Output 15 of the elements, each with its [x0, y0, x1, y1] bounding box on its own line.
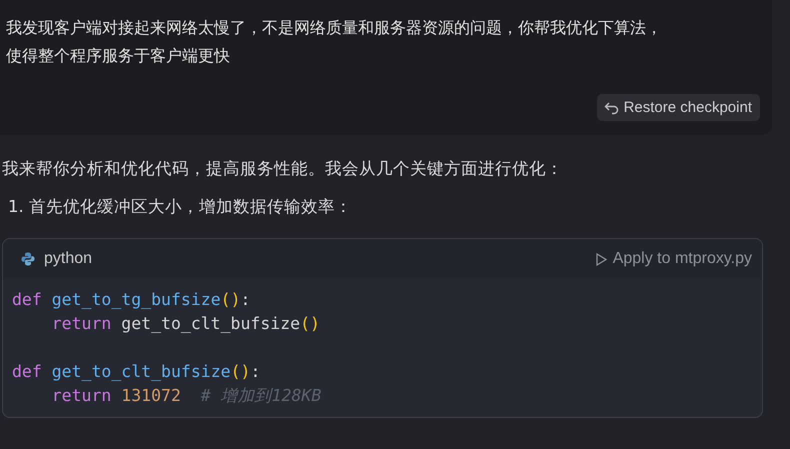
code-line: def get_to_tg_bufsize():	[12, 289, 250, 311]
code-line: return get_to_clt_bufsize()	[50, 313, 320, 335]
apply-button[interactable]: Apply to mtproxy.py	[596, 250, 752, 268]
list-item-text: 首先优化缓冲区大小，增加数据传输效率：	[28, 196, 352, 218]
play-icon	[596, 252, 607, 266]
language-label: python	[44, 250, 92, 268]
code-line: def get_to_clt_bufsize():	[12, 361, 260, 383]
message-text: 使得整个程序服务于客户端更快	[6, 45, 230, 67]
message-text: 我发现客户端对接起来网络太慢了，不是网络质量和服务器资源的问题，你帮我优化下算法，	[6, 17, 662, 39]
reply-text: 我来帮你分析和优化代码，提高服务性能。我会从几个关键方面进行优化：	[2, 158, 563, 180]
python-icon	[21, 252, 35, 266]
undo-icon	[604, 100, 619, 114]
code-line: return 131072 # 增加到128KB	[50, 385, 322, 407]
list-number: 1.	[8, 196, 24, 218]
restore-checkpoint-button[interactable]: Restore checkpoint	[596, 94, 760, 121]
